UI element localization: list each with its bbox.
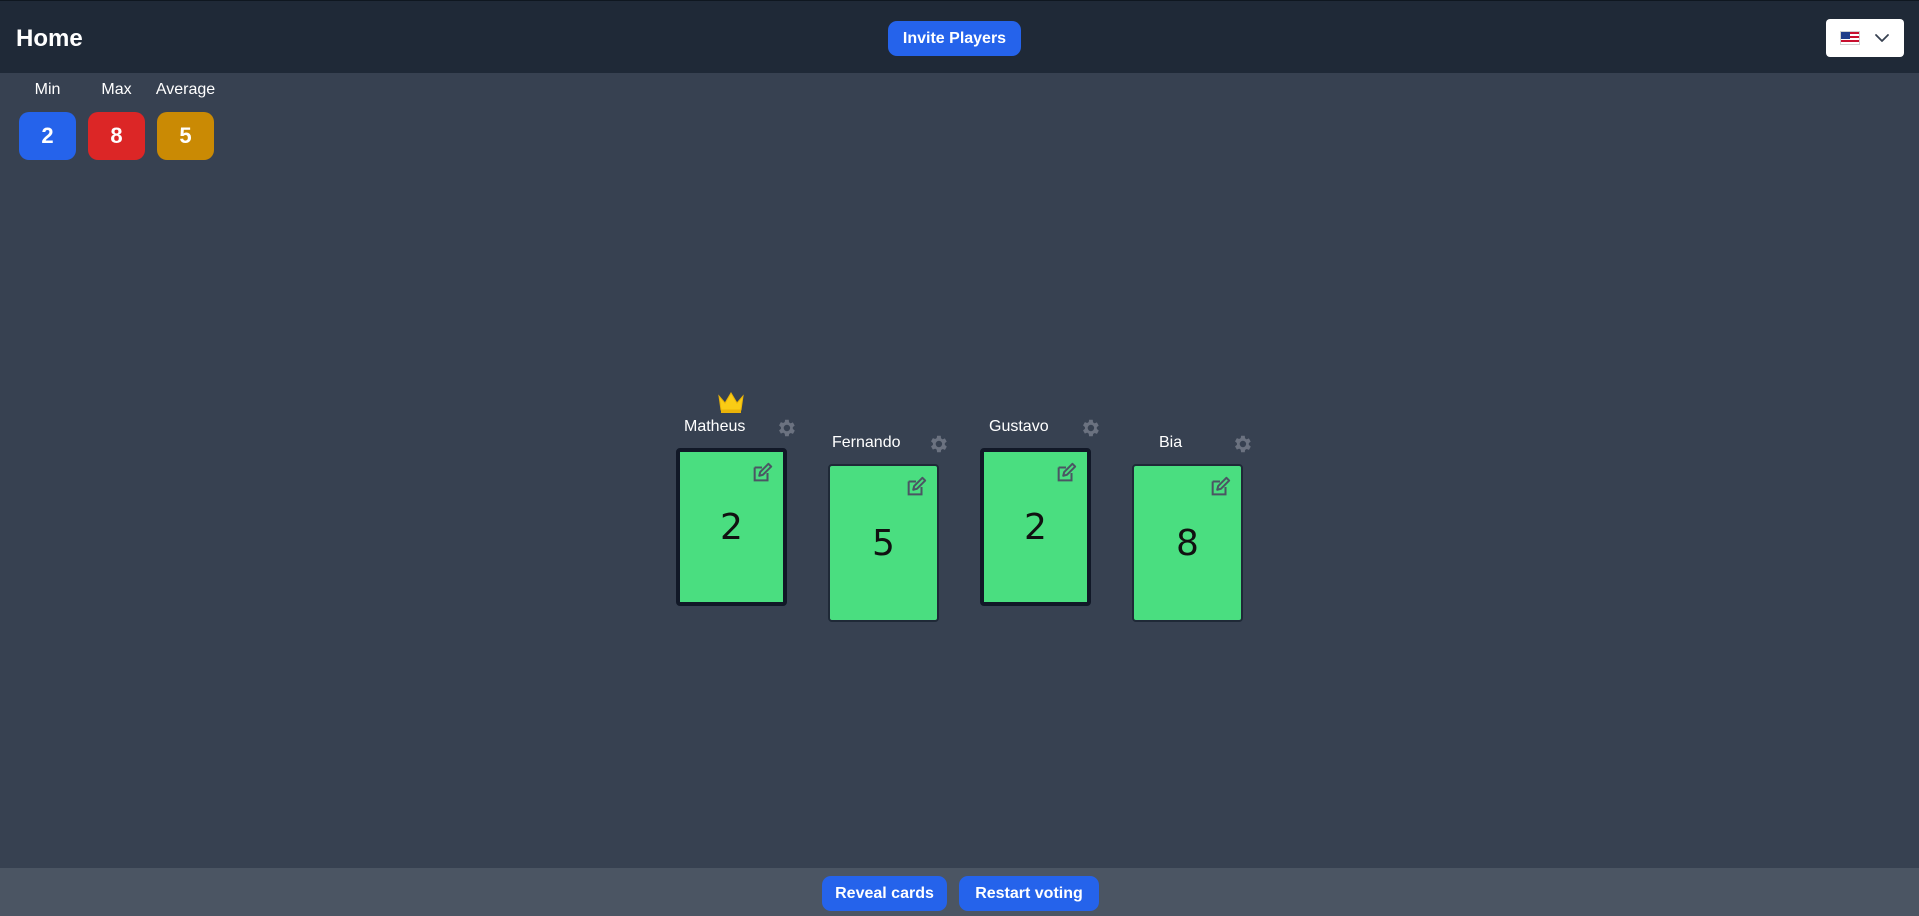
stat-average-label: Average [155, 81, 216, 98]
restart-voting-button[interactable]: Restart voting [959, 876, 1099, 911]
edit-icon[interactable] [751, 462, 773, 484]
stat-average: Average 5 [155, 80, 216, 160]
vote-card[interactable]: 2 [980, 448, 1091, 606]
stat-max-value: 8 [88, 112, 145, 160]
player-name: Fernando [832, 434, 901, 451]
card-value: 2 [720, 506, 743, 548]
player-name: Bia [1159, 434, 1183, 451]
edit-icon[interactable] [905, 476, 927, 498]
stat-max: Max 8 [88, 80, 145, 160]
vote-stats: Min 2 Max 8 Average 5 [19, 80, 216, 160]
gear-icon[interactable] [775, 417, 797, 439]
player-name: Gustavo [989, 418, 1049, 435]
chevron-down-icon [1875, 34, 1889, 42]
player-name: Matheus [684, 418, 746, 435]
us-flag-icon [1840, 31, 1860, 45]
crown-icon [718, 392, 744, 413]
language-select[interactable] [1826, 19, 1904, 57]
bottom-bar: Reveal cards Restart voting [0, 868, 1919, 916]
stat-max-label: Max [101, 81, 132, 98]
top-bar: Home Invite Players [0, 0, 1919, 73]
stat-min-label: Min [34, 81, 61, 98]
reveal-cards-button[interactable]: Reveal cards [822, 876, 947, 911]
vote-card[interactable]: 8 [1132, 464, 1243, 622]
vote-card[interactable]: 2 [676, 448, 787, 606]
edit-icon[interactable] [1209, 476, 1231, 498]
card-value: 8 [1176, 522, 1199, 564]
edit-icon[interactable] [1055, 462, 1077, 484]
stat-min: Min 2 [19, 80, 76, 160]
card-value: 5 [872, 522, 895, 564]
page-title: Home [16, 25, 83, 52]
gear-icon[interactable] [927, 433, 949, 455]
vote-card[interactable]: 5 [828, 464, 939, 622]
invite-players-button[interactable]: Invite Players [888, 21, 1021, 56]
stat-min-value: 2 [19, 112, 76, 160]
gear-icon[interactable] [1231, 433, 1253, 455]
card-value: 2 [1024, 506, 1047, 548]
stat-average-value: 5 [157, 112, 214, 160]
gear-icon[interactable] [1079, 417, 1101, 439]
